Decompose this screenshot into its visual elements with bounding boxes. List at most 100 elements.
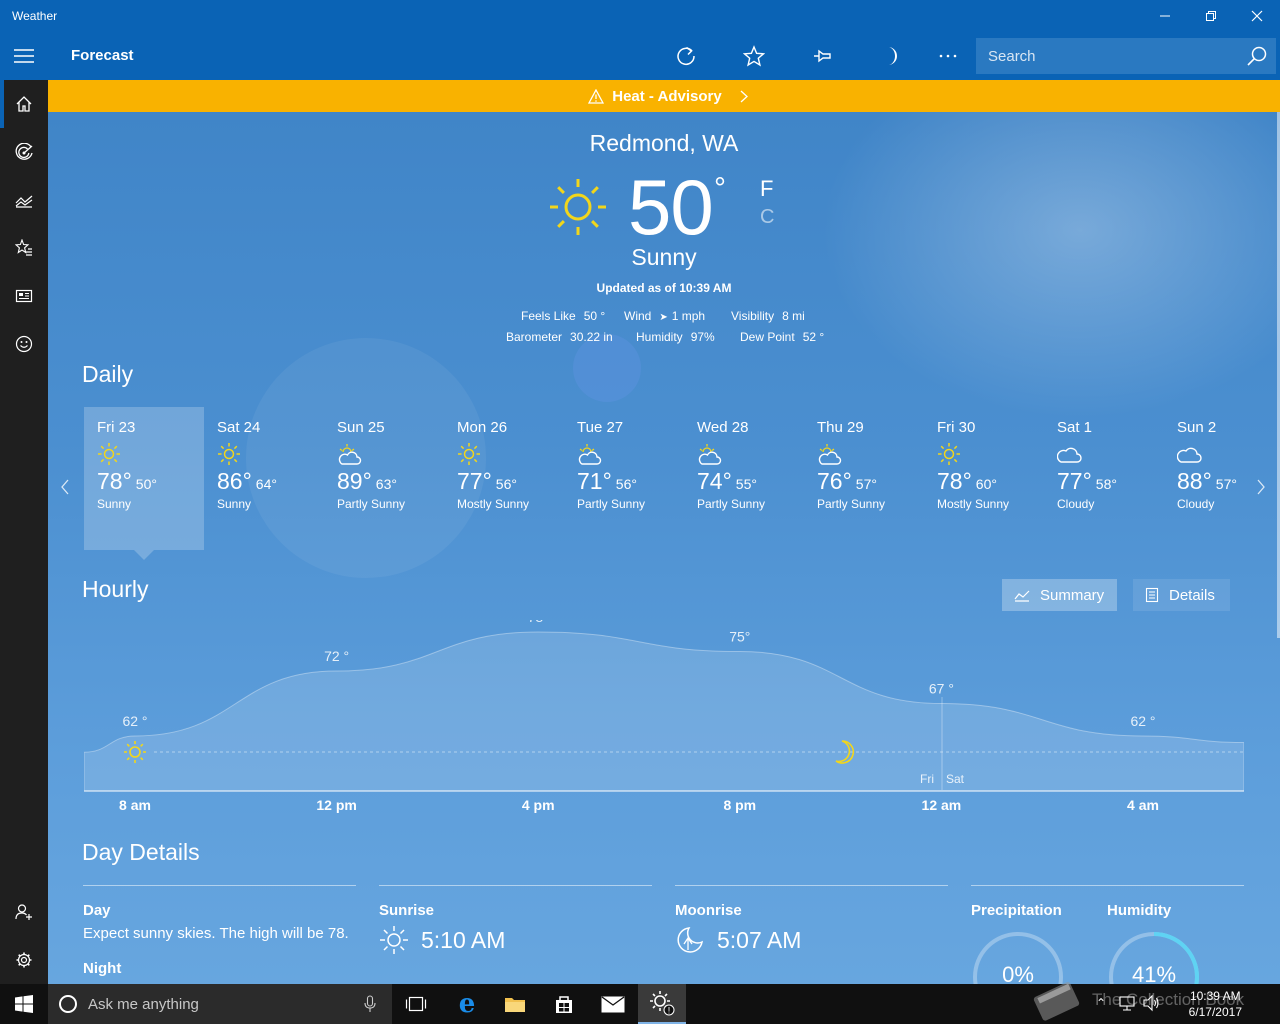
- partly-sunny-icon: [817, 442, 924, 466]
- degree-symbol: °: [714, 172, 726, 205]
- edge-icon: e: [458, 989, 476, 1019]
- search-icon[interactable]: [1246, 46, 1268, 73]
- search-box[interactable]: [976, 38, 1276, 74]
- nav-maps[interactable]: [0, 128, 48, 176]
- warning-icon: [588, 88, 605, 104]
- daily-high: 86°: [217, 468, 252, 494]
- heat-advisory-banner[interactable]: Heat - Advisory: [48, 80, 1280, 112]
- edge-browser-button[interactable]: e: [443, 984, 491, 1024]
- hourly-heading: Hourly: [82, 576, 149, 602]
- hourly-temp-label: 67 °: [929, 681, 954, 697]
- home-icon: [16, 96, 32, 112]
- smiley-icon: [15, 335, 33, 353]
- humidity-value: 41%: [1131, 962, 1177, 984]
- more-button[interactable]: [928, 36, 968, 76]
- hamburger-menu-button[interactable]: [0, 32, 48, 80]
- daily-heading: Daily: [82, 361, 134, 387]
- chart-icon: [15, 195, 33, 208]
- side-nav: [0, 80, 48, 984]
- daily-high: 71°: [577, 468, 612, 494]
- updated-time: Updated as of 10:39 AM: [596, 281, 732, 295]
- mail-button[interactable]: [589, 984, 637, 1024]
- nav-life[interactable]: [0, 320, 48, 368]
- daily-card[interactable]: Fri 30 78° 60° Mostly Sunny: [924, 407, 1044, 550]
- taskbar-search-input[interactable]: [88, 995, 348, 1013]
- watermark-text: The Collection Book: [1092, 990, 1245, 1009]
- daily-card[interactable]: Mon 26 77° 56° Mostly Sunny: [444, 407, 564, 550]
- daily-high: 88°: [1177, 468, 1212, 494]
- summary-tab[interactable]: Summary: [1002, 579, 1117, 611]
- daily-low: 57°: [1215, 476, 1237, 492]
- details-label: Details: [1169, 586, 1215, 604]
- sunrise-label: Sunrise: [379, 902, 435, 919]
- pin-button[interactable]: [802, 36, 842, 76]
- weather-app-button[interactable]: !: [638, 984, 686, 1024]
- background-bubble-small: [573, 334, 641, 402]
- advisory-text: Heat - Advisory: [612, 87, 722, 105]
- stat-visibility: Visibility 8 mi: [731, 309, 805, 323]
- stat-wind: Wind ➤ 1 mph: [624, 309, 706, 323]
- daily-high: 89°: [337, 468, 372, 494]
- daily-high: 74°: [697, 468, 732, 494]
- daily-forecast-strip: Fri 23 78° 50° Sunny Sat 24 86° 64° Sunny Sun 25…: [84, 407, 1254, 560]
- nav-historical[interactable]: [0, 176, 48, 224]
- daily-low: 57°: [855, 476, 877, 492]
- stat-barometer: Barometer 30.22 in: [506, 330, 613, 344]
- favorites-list-icon: [15, 239, 32, 256]
- daily-condition: Mostly Sunny: [937, 497, 1010, 511]
- daily-card[interactable]: Tue 27 71° 56° Partly Sunny: [564, 407, 684, 550]
- hourly-area: [84, 631, 1244, 792]
- daily-card[interactable]: Sun 2 88° 57° Cloudy: [1164, 407, 1280, 550]
- daily-high: 76°: [817, 468, 852, 494]
- moon-icon: [888, 47, 897, 65]
- store-button[interactable]: [540, 984, 588, 1024]
- unit-fahrenheit[interactable]: F: [760, 176, 773, 202]
- daily-condition: Partly Sunny: [817, 497, 886, 511]
- sunrise-panel: Sunrise 5:10 AM: [379, 885, 652, 955]
- daily-card[interactable]: Fri 23 78° 50° Sunny: [84, 407, 204, 550]
- task-view-button[interactable]: [392, 984, 440, 1024]
- title-bar: Weather: [0, 0, 1280, 32]
- file-explorer-button[interactable]: [491, 984, 539, 1024]
- daily-low: 60°: [975, 476, 997, 492]
- nav-home[interactable]: [0, 80, 48, 128]
- daily-date: Fri 30: [937, 419, 976, 436]
- taskbar: e ! ⌃ 10:39 AM 6/17/2017: [0, 982, 1280, 1024]
- favorite-button[interactable]: [734, 36, 774, 76]
- refresh-button[interactable]: [666, 36, 706, 76]
- precipitation-label: Precipitation: [971, 902, 1062, 919]
- details-tab[interactable]: Details: [1133, 579, 1230, 611]
- hourly-temp-label: 62 °: [122, 713, 147, 729]
- minimize-button[interactable]: [1142, 0, 1188, 32]
- restore-button[interactable]: [1188, 0, 1234, 32]
- daily-card[interactable]: Sun 25 89° 63° Partly Sunny: [324, 407, 444, 550]
- star-icon: [743, 45, 765, 67]
- cortana-search[interactable]: [48, 984, 392, 1024]
- daily-high: 77°: [457, 468, 492, 494]
- daily-high: 78°: [97, 468, 132, 494]
- nav-news[interactable]: [0, 272, 48, 320]
- gear-icon: [16, 952, 32, 968]
- close-button[interactable]: [1234, 0, 1280, 32]
- night-mode-button[interactable]: [870, 36, 910, 76]
- task-view-icon: [405, 996, 427, 1012]
- moonrise-label: Moonrise: [675, 902, 742, 919]
- start-button[interactable]: [0, 984, 48, 1024]
- microphone-icon[interactable]: [364, 995, 376, 1013]
- daily-card[interactable]: Wed 28 74° 55° Partly Sunny: [684, 407, 804, 550]
- daily-date: Mon 26: [457, 419, 508, 436]
- nav-settings[interactable]: [0, 936, 48, 984]
- nav-places[interactable]: [0, 224, 48, 272]
- hourly-chart: 62 ° 72 ° 78° 75° 67 ° 62 ° Fri Sat: [84, 620, 1244, 792]
- sun-icon: [217, 442, 324, 466]
- nav-account[interactable]: [0, 888, 48, 936]
- search-input[interactable]: [988, 47, 1228, 65]
- daily-card[interactable]: Sat 24 86° 64° Sunny: [204, 407, 324, 550]
- unit-celsius[interactable]: C: [760, 206, 774, 229]
- current-temperature: 50: [628, 163, 714, 251]
- daily-card[interactable]: Sat 1 77° 58° Cloudy: [1044, 407, 1164, 550]
- daily-card[interactable]: Thu 29 76° 57° Partly Sunny: [804, 407, 924, 550]
- daily-low: 58°: [1095, 476, 1117, 492]
- daily-prev-button[interactable]: [60, 478, 70, 502]
- hourly-temp-label: 62 °: [1130, 713, 1155, 729]
